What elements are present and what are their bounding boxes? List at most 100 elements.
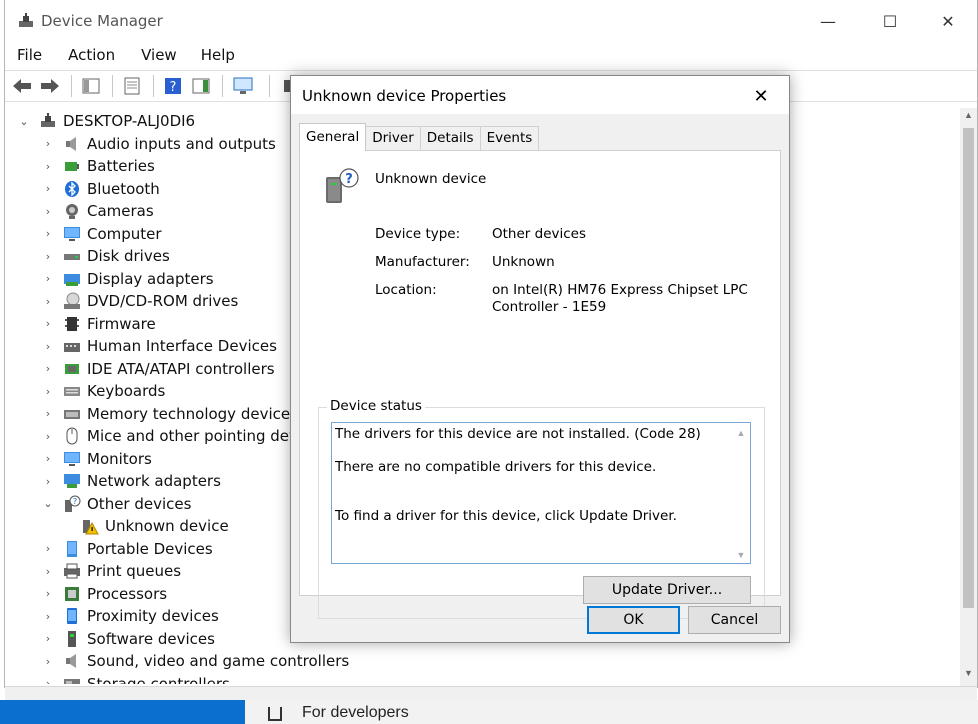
close-button[interactable]: ✕ — [925, 6, 971, 36]
tree-item[interactable]: › Processors — [41, 583, 167, 605]
minimize-button[interactable]: — — [805, 6, 851, 36]
chevron-right-icon[interactable]: › — [41, 182, 55, 196]
device-status-text[interactable]: The drivers for this device are not inst… — [335, 426, 730, 524]
proximity-icon — [63, 607, 81, 625]
tab-driver[interactable]: Driver — [365, 126, 421, 150]
chevron-right-icon[interactable]: › — [41, 587, 55, 601]
tree-item[interactable]: › Disk drives — [41, 245, 170, 267]
dialog-title-bar[interactable]: Unknown device Properties ✕ — [291, 76, 789, 114]
tree-item[interactable]: › Keyboards — [41, 380, 166, 402]
chevron-right-icon[interactable]: › — [41, 362, 55, 376]
tree-root-computer[interactable]: ⌄ DESKTOP-ALJ0DI6 — [17, 110, 195, 132]
tree-item[interactable]: › Audio inputs and outputs — [41, 133, 276, 155]
menu-action[interactable]: Action — [50, 44, 123, 68]
chevron-right-icon[interactable]: › — [41, 249, 55, 263]
menu-view[interactable]: View — [123, 44, 185, 68]
toolbar-separator — [153, 75, 154, 97]
show-hide-console-tree-icon[interactable] — [78, 74, 104, 98]
chevron-right-icon[interactable]: › — [41, 677, 55, 684]
tree-root-label: DESKTOP-ALJ0DI6 — [63, 112, 196, 130]
tree-item-label: Firmware — [87, 314, 156, 333]
device-status-group: Device status The drivers for this devic… — [318, 398, 765, 619]
menu-help[interactable]: Help — [185, 44, 243, 68]
tree-item[interactable]: › Memory technology devices — [41, 403, 298, 425]
chevron-right-icon[interactable]: › — [41, 339, 55, 353]
chevron-right-icon[interactable]: › — [41, 542, 55, 556]
chevron-right-icon[interactable]: › — [41, 407, 55, 421]
title-bar[interactable]: Device Manager — ☐ ✕ — [5, 0, 977, 42]
chevron-right-icon[interactable]: › — [41, 429, 55, 443]
monitor-icon — [63, 225, 81, 243]
tree-item[interactable]: › Display adapters — [41, 268, 214, 290]
tree-item[interactable]: › Human Interface Devices — [41, 335, 277, 357]
scroll-down-icon[interactable]: ▼ — [733, 550, 749, 560]
scroll-up-icon[interactable]: ▲ — [733, 428, 749, 438]
tree-item[interactable]: › Software devices — [41, 628, 215, 650]
tree-item[interactable]: ⌄? Other devices — [41, 493, 191, 515]
scroll-down-icon[interactable]: ▼ — [960, 668, 977, 682]
tree-item[interactable]: › Network adapters — [41, 470, 221, 492]
update-driver-button[interactable]: Update Driver... — [583, 576, 751, 604]
properties-icon[interactable] — [119, 74, 145, 98]
manufacturer-value: Unknown — [492, 254, 555, 270]
tree-item-label: Batteries — [87, 157, 155, 175]
chevron-right-icon[interactable]: › — [41, 137, 55, 151]
chevron-right-icon[interactable]: › — [41, 294, 55, 308]
maximize-button[interactable]: ☐ — [867, 6, 913, 36]
action-pane-icon[interactable] — [188, 74, 214, 98]
chevron-right-icon[interactable]: › — [41, 564, 55, 578]
chevron-right-icon[interactable]: › — [41, 609, 55, 623]
tree-item[interactable]: › Cameras — [41, 200, 154, 222]
chevron-right-icon[interactable]: › — [41, 204, 55, 218]
chevron-down-icon[interactable]: ⌄ — [41, 497, 55, 511]
status-scrollbar[interactable]: ▲ ▼ — [733, 424, 749, 562]
tree-item[interactable]: › DVD/CD-ROM drives — [41, 290, 239, 312]
forward-arrow-icon[interactable] — [37, 74, 63, 98]
scroll-up-icon[interactable]: ▲ — [960, 110, 977, 124]
chevron-down-icon[interactable]: ⌄ — [17, 114, 31, 128]
tree-item[interactable]: › Portable Devices — [41, 538, 213, 560]
tab-general[interactable]: General — [299, 123, 367, 151]
chevron-right-icon[interactable]: › — [41, 384, 55, 398]
tree-item[interactable]: › Computer — [41, 223, 162, 245]
back-arrow-icon[interactable] — [9, 74, 35, 98]
tree-item[interactable]: › Monitors — [41, 448, 152, 470]
chevron-right-icon[interactable]: › — [41, 452, 55, 466]
chevron-right-icon[interactable]: › — [41, 654, 55, 668]
tree-item[interactable]: › Storage controllers — [41, 673, 230, 684]
chevron-right-icon[interactable]: › — [41, 474, 55, 488]
tree-item-label: Cameras — [87, 202, 154, 220]
tree-item[interactable]: › Sound, video and game controllers — [41, 650, 349, 672]
firmware-icon — [63, 315, 81, 333]
tree-item[interactable]: › Print queues — [41, 560, 181, 582]
chevron-right-icon[interactable]: › — [41, 272, 55, 286]
ok-button[interactable]: OK — [587, 606, 680, 634]
vertical-scrollbar[interactable]: ▲ ▼ — [960, 108, 977, 686]
tab-events[interactable]: Events — [479, 126, 540, 150]
tree-item[interactable]: Unknown device — [81, 515, 229, 537]
device-manager-icon — [17, 12, 35, 30]
tree-item[interactable]: › Bluetooth — [41, 178, 160, 200]
menu-file[interactable]: File — [5, 44, 50, 68]
tree-item[interactable]: › Firmware — [41, 313, 156, 335]
tree-item[interactable]: › Proximity devices — [41, 605, 219, 627]
chevron-right-icon[interactable]: › — [41, 227, 55, 241]
tree-item[interactable]: › IDE ATA/ATAPI controllers — [41, 358, 275, 380]
tree-item[interactable]: › Batteries — [41, 155, 155, 177]
scrollbar-thumb[interactable] — [963, 128, 974, 608]
dialog-close-button[interactable]: ✕ — [741, 82, 781, 110]
chevron-right-icon[interactable]: › — [41, 159, 55, 173]
processor-icon — [63, 585, 81, 603]
scan-hardware-icon[interactable] — [229, 74, 261, 98]
sound-icon — [63, 652, 81, 670]
tree-item[interactable]: › Mice and other pointing devices — [41, 425, 328, 447]
tab-details[interactable]: Details — [419, 126, 481, 150]
chevron-right-icon[interactable]: › — [41, 632, 55, 646]
svg-text:?: ? — [73, 497, 77, 506]
chevron-right-icon[interactable]: › — [41, 317, 55, 331]
help-icon[interactable]: ? — [160, 74, 186, 98]
network-icon — [63, 472, 81, 490]
cancel-button[interactable]: Cancel — [688, 606, 781, 634]
location-value: on Intel(R) HM76 Express Chipset LPC Con… — [492, 282, 748, 315]
device-status-textbox[interactable]: The drivers for this device are not inst… — [331, 422, 751, 564]
